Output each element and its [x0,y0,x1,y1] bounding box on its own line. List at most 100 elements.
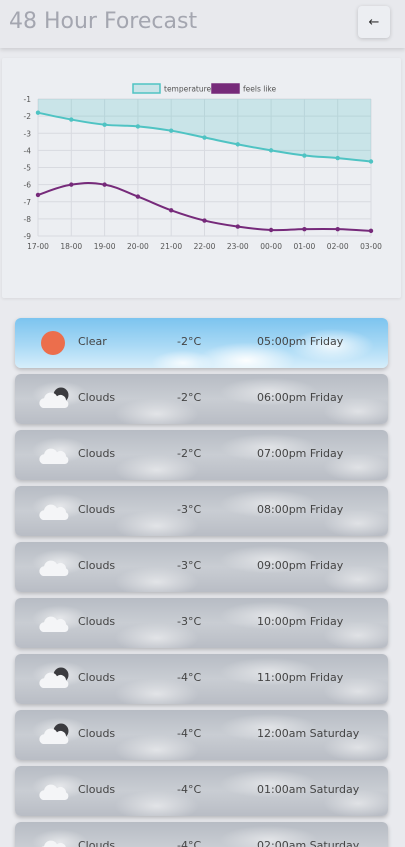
legend-swatch [211,83,240,94]
forecast-list: Clear -2°C 05:00pm Friday Clouds -2°C 06… [15,318,388,847]
forecast-condition: Clouds [78,671,116,684]
cloud-moon-icon [37,666,71,692]
y-tick-label: -9 [24,232,32,241]
forecast-chart: -1 -2 -3 -4 -5 -6 -7 -8 -9 17-00 18-00 19-00 20-00 21… [2,58,401,298]
x-tick-label: 18-00 [60,242,82,251]
data-point [169,208,174,213]
data-point [235,142,240,147]
forecast-condition: Clouds [78,839,116,847]
forecast-temperature: -2°C [177,335,202,348]
cloud-moon-icon [37,386,71,412]
x-tick-label: 03-00 [360,242,382,251]
x-tick-label: 01-00 [294,242,316,251]
forecast-temperature: -3°C [177,615,202,628]
y-tick-label: -3 [24,129,32,138]
forecast-temperature: -3°C [177,503,202,516]
cloud-moon-icon [37,722,71,748]
data-point [368,228,374,234]
x-tick-label: 22-00 [194,242,216,251]
data-point [35,110,41,115]
forecast-time: 01:00am Saturday [257,783,360,796]
forecast-time: 12:00am Saturday [257,727,360,740]
forecast-row[interactable]: Clouds -4°C 01:00am Saturday [15,766,388,816]
data-point [302,153,307,158]
forecast-condition: Clouds [78,559,116,572]
x-tick-label: 20-00 [127,242,149,251]
y-tick-label: -6 [24,181,32,190]
data-point [268,148,274,153]
forecast-row[interactable]: Clouds -3°C 10:00pm Friday [15,598,388,648]
forecast-temperature: -2°C [177,391,202,404]
forecast-row[interactable]: Clouds -4°C 11:00pm Friday [15,654,388,704]
back-button[interactable]: ← [358,6,390,38]
forecast-temperature: -4°C [177,727,202,740]
data-point [202,218,207,223]
data-point [102,122,107,127]
cloud-icon [37,498,71,524]
forecast-row[interactable]: Clouds -2°C 06:00pm Friday [15,374,388,424]
cloud-icon [37,778,71,804]
forecast-time: 11:00pm Friday [257,671,344,684]
data-point [135,124,141,129]
data-point [35,192,41,198]
data-point [268,227,274,233]
cloud-icon [37,554,71,580]
y-tick-label: -4 [24,146,32,155]
forecast-row[interactable]: Clouds -3°C 08:00pm Friday [15,486,388,536]
data-point [335,155,340,161]
app-header: 48 Hour Forecast ← [0,0,405,48]
x-tick-label: 23-00 [227,242,249,251]
x-tick-label: 17-00 [27,242,49,251]
forecast-temperature: -2°C [177,447,202,460]
data-point [169,128,174,133]
sun-icon [37,330,71,356]
y-tick-label: -8 [24,215,32,224]
cloud-icon [37,442,71,468]
x-tick-label: 00-00 [260,242,282,251]
y-tick-label: -7 [24,198,32,207]
forecast-condition: Clouds [78,783,116,796]
data-point [302,226,307,232]
forecast-condition: Clouds [78,615,116,628]
forecast-condition: Clouds [78,447,116,460]
forecast-condition: Clouds [78,727,116,740]
forecast-row[interactable]: Clouds -2°C 07:00pm Friday [15,430,388,480]
forecast-time: 10:00pm Friday [257,615,344,628]
forecast-temperature: -4°C [177,783,202,796]
x-tick-label: 02-00 [327,242,349,251]
forecast-chart-svg: -1 -2 -3 -4 -5 -6 -7 -8 -917-00 18-00 19-00 20-00 21… [24,83,382,251]
forecast-condition: Clear [78,335,107,348]
data-point [335,226,340,232]
x-tick-label: 21-00 [160,242,182,251]
y-tick-label: -1 [24,95,32,104]
y-tick-label: -5 [24,164,32,173]
forecast-row[interactable]: Clouds -3°C 09:00pm Friday [15,542,388,592]
forecast-row[interactable]: Clouds -4°C 02:00am Saturday [15,822,388,847]
legend-label: temperature [164,85,212,94]
forecast-row[interactable]: Clouds -4°C 12:00am Saturday [15,710,388,760]
forecast-condition: Clouds [78,391,116,404]
data-point [69,182,74,187]
forecast-time: 02:00am Saturday [257,839,360,847]
data-point [235,224,240,229]
forecast-time: 08:00pm Friday [257,503,344,516]
forecast-row[interactable]: Clear -2°C 05:00pm Friday [15,318,388,368]
forecast-time: 05:00pm Friday [257,335,344,348]
cloud-icon [37,610,71,636]
page-title: 48 Hour Forecast [9,9,198,34]
legend-swatch [132,83,161,94]
y-tick-label: -2 [24,112,32,121]
forecast-time: 07:00pm Friday [257,447,344,460]
forecast-temperature: -4°C [177,839,202,847]
forecast-temperature: -3°C [177,559,202,572]
arrow-left-icon: ← [368,14,380,30]
legend-label: feels like [243,85,276,94]
forecast-time: 06:00pm Friday [257,391,344,404]
data-point [202,135,207,140]
cloud-icon [37,834,71,847]
x-tick-label: 19-00 [94,242,116,251]
data-point [69,117,74,122]
data-point [135,194,141,199]
data-point [368,159,374,164]
forecast-condition: Clouds [78,503,116,516]
